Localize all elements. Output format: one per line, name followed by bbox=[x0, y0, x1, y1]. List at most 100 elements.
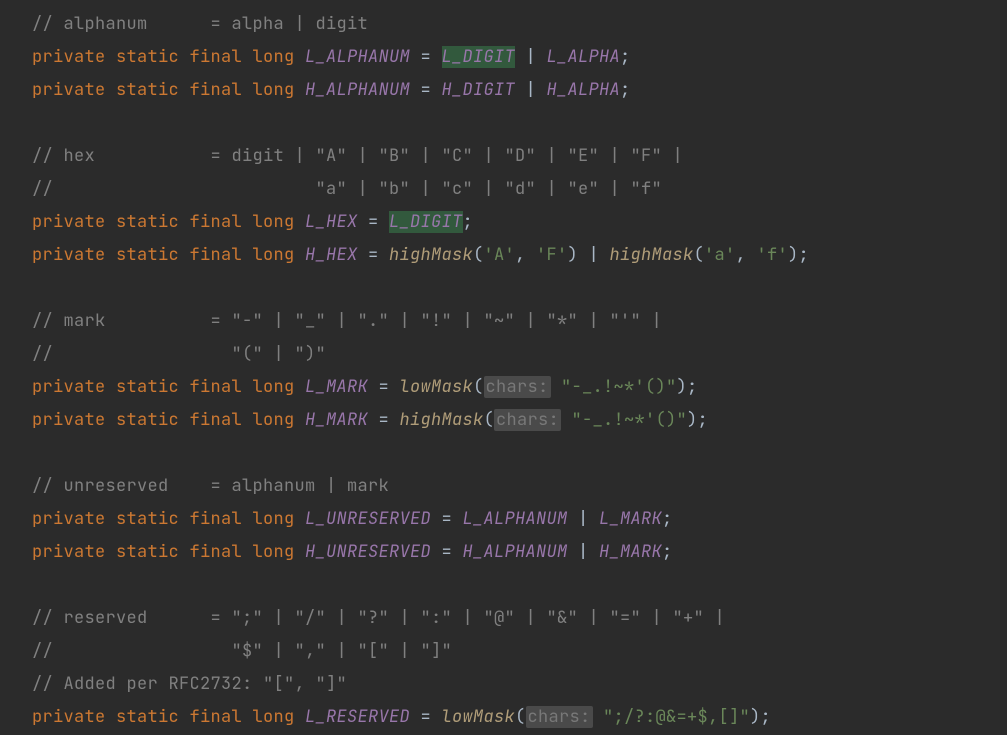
op: , bbox=[515, 244, 536, 266]
method-call: highMask bbox=[610, 244, 694, 266]
param-hint: chars: bbox=[526, 706, 593, 728]
keyword: long bbox=[253, 508, 295, 530]
keyword: static bbox=[116, 79, 179, 101]
field: H_ALPHANUM bbox=[305, 79, 410, 101]
keyword: long bbox=[253, 409, 295, 431]
op: | bbox=[515, 79, 547, 101]
op: = bbox=[358, 211, 390, 233]
op: ; bbox=[662, 541, 673, 563]
comment: // unreserved = alphanum | mark bbox=[32, 475, 389, 497]
keyword: private bbox=[32, 508, 106, 530]
op: = bbox=[431, 508, 463, 530]
keyword: final bbox=[190, 541, 243, 563]
string: 'A' bbox=[484, 244, 516, 266]
op: | bbox=[568, 508, 600, 530]
field: H_HEX bbox=[305, 244, 358, 266]
op: ; bbox=[698, 409, 709, 431]
field: H_UNRESERVED bbox=[305, 541, 431, 563]
keyword: long bbox=[253, 244, 295, 266]
method-call: highMask bbox=[389, 244, 473, 266]
op: ; bbox=[662, 508, 673, 530]
op: ; bbox=[799, 244, 810, 266]
keyword: private bbox=[32, 211, 106, 233]
op: ; bbox=[463, 211, 474, 233]
op: ( bbox=[473, 376, 484, 398]
field: H_MARK bbox=[599, 541, 662, 563]
keyword: static bbox=[116, 211, 179, 233]
keyword: long bbox=[253, 46, 295, 68]
keyword: final bbox=[190, 79, 243, 101]
method-call: lowMask bbox=[442, 706, 516, 728]
op: ) bbox=[687, 409, 698, 431]
param-hint: chars: bbox=[494, 409, 561, 431]
keyword: final bbox=[190, 508, 243, 530]
keyword: final bbox=[190, 706, 243, 728]
comment: // Added per RFC2732: "[", "]" bbox=[32, 673, 347, 695]
field: H_MARK bbox=[305, 409, 368, 431]
op: ( bbox=[484, 409, 495, 431]
string: 'a' bbox=[704, 244, 736, 266]
keyword: static bbox=[116, 409, 179, 431]
field: L_MARK bbox=[599, 508, 662, 530]
op: ; bbox=[687, 376, 698, 398]
field: L_HEX bbox=[305, 211, 358, 233]
field: L_MARK bbox=[305, 376, 368, 398]
field-highlighted: L_DIGIT bbox=[442, 46, 516, 68]
comment: // "a" | "b" | "c" | "d" | "e" | "f" bbox=[32, 178, 662, 200]
field: H_ALPHA bbox=[547, 79, 621, 101]
keyword: static bbox=[116, 244, 179, 266]
keyword: private bbox=[32, 706, 106, 728]
keyword: static bbox=[116, 46, 179, 68]
op: ) bbox=[788, 244, 799, 266]
keyword: static bbox=[116, 508, 179, 530]
keyword: final bbox=[190, 409, 243, 431]
op: ) bbox=[568, 244, 579, 266]
keyword: long bbox=[253, 79, 295, 101]
keyword: private bbox=[32, 409, 106, 431]
keyword: final bbox=[190, 244, 243, 266]
keyword: static bbox=[116, 376, 179, 398]
comment: // alphanum = alpha | digit bbox=[32, 13, 368, 35]
field: H_DIGIT bbox=[442, 79, 516, 101]
op: ; bbox=[761, 706, 772, 728]
op: = bbox=[368, 376, 400, 398]
method-call: highMask bbox=[400, 409, 484, 431]
keyword: long bbox=[253, 376, 295, 398]
string: 'f' bbox=[757, 244, 789, 266]
op: = bbox=[431, 541, 463, 563]
keyword: final bbox=[190, 376, 243, 398]
keyword: long bbox=[253, 541, 295, 563]
op: = bbox=[358, 244, 390, 266]
op: ; bbox=[620, 79, 631, 101]
keyword: static bbox=[116, 706, 179, 728]
op: | bbox=[515, 46, 547, 68]
comment: // mark = "-" | "_" | "." | "!" | "~" | … bbox=[32, 310, 662, 332]
field: L_UNRESERVED bbox=[305, 508, 431, 530]
keyword: private bbox=[32, 46, 106, 68]
op: ( bbox=[694, 244, 705, 266]
op: ; bbox=[620, 46, 631, 68]
keyword: final bbox=[190, 211, 243, 233]
op: ( bbox=[473, 244, 484, 266]
op: = bbox=[410, 79, 442, 101]
field: L_ALPHA bbox=[547, 46, 621, 68]
op: , bbox=[736, 244, 757, 266]
string: 'F' bbox=[536, 244, 568, 266]
keyword: long bbox=[253, 211, 295, 233]
comment: // "(" | ")" bbox=[32, 343, 326, 365]
comment: // "$" | "," | "[" | "]" bbox=[32, 640, 452, 662]
field: L_ALPHANUM bbox=[463, 508, 568, 530]
code-editor[interactable]: // alphanum = alpha | digit private stat… bbox=[0, 0, 1007, 734]
op: = bbox=[410, 46, 442, 68]
comment: // hex = digit | "A" | "B" | "C" | "D" |… bbox=[32, 145, 683, 167]
string: "-_.!~*'()" bbox=[572, 409, 688, 431]
op: ) bbox=[677, 376, 688, 398]
param-hint: chars: bbox=[484, 376, 551, 398]
op: ) bbox=[750, 706, 761, 728]
field: L_ALPHANUM bbox=[305, 46, 410, 68]
op: | bbox=[568, 541, 600, 563]
op: = bbox=[368, 409, 400, 431]
keyword: private bbox=[32, 376, 106, 398]
field-highlighted: L_DIGIT bbox=[389, 211, 463, 233]
method-call: lowMask bbox=[400, 376, 474, 398]
